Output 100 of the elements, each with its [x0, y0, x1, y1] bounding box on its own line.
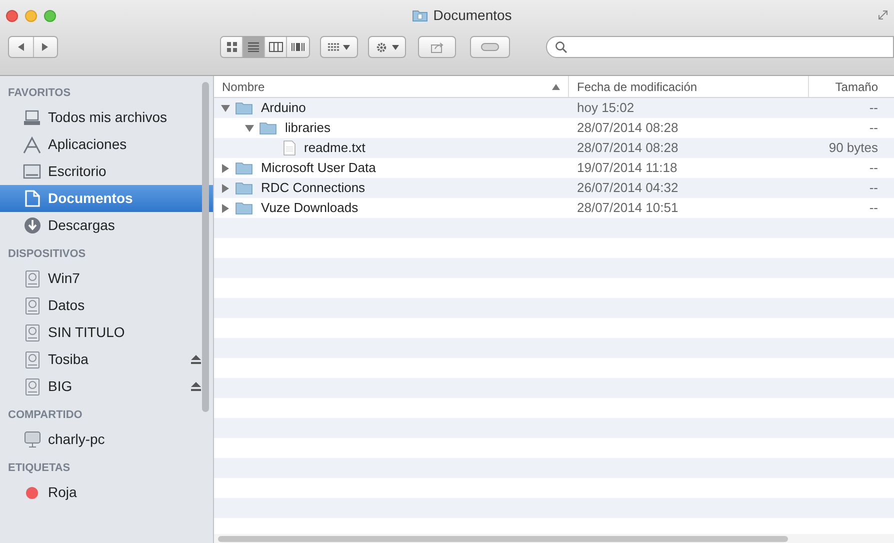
sidebar-item-label: Tosiba [48, 350, 90, 369]
columns-icon [268, 42, 282, 52]
file-size: -- [868, 119, 879, 138]
view-mode-button[interactable] [221, 37, 243, 57]
column-header[interactable]: Fecha de modificación [569, 76, 809, 97]
fullscreen-icon [878, 10, 888, 20]
view-mode-button[interactable] [265, 37, 287, 57]
modified-date: 28/07/2014 08:28 [576, 139, 680, 158]
gear-icon [375, 40, 388, 54]
sidebar-item[interactable]: Escritorio [0, 158, 213, 185]
sidebar-item[interactable]: Documentos [0, 185, 213, 212]
file-row[interactable]: Arduino hoy 15:02 -- [214, 98, 894, 118]
list-icon [248, 42, 259, 52]
sidebar-item-label: Aplicaciones [48, 135, 128, 154]
file-row[interactable]: libraries 28/07/2014 08:28 -- [214, 118, 894, 138]
window-title: Documentos [433, 6, 512, 24]
sidebar-item[interactable]: Descargas [0, 212, 213, 239]
modified-date: 19/07/2014 11:18 [576, 159, 678, 178]
sidebar-item[interactable]: BIG [0, 373, 213, 400]
file-size: -- [868, 99, 879, 118]
sidebar-item[interactable]: Win7 [0, 265, 213, 292]
disclosure-triangle-icon[interactable] [222, 164, 228, 172]
file-size: 90 bytes [828, 139, 879, 158]
modified-date: 26/07/2014 04:32 [576, 179, 680, 198]
folder-icon [235, 201, 253, 215]
zoom-button[interactable] [44, 10, 56, 22]
column-header[interactable]: Tamaño [809, 76, 894, 97]
arrange-button[interactable] [320, 36, 358, 58]
file-name: Microsoft User Data [261, 159, 376, 178]
share-button[interactable] [418, 36, 456, 58]
file-row[interactable]: RDC Connections 26/07/2014 04:32 -- [214, 178, 894, 198]
file-name: readme.txt [304, 139, 366, 158]
grid-icon [328, 42, 339, 52]
sidebar-item[interactable]: Todos mis archivos [0, 104, 213, 131]
caret-icon [392, 44, 399, 50]
disclosure-triangle-icon[interactable] [222, 184, 228, 192]
disclosure-triangle-icon[interactable] [222, 204, 228, 212]
view-mode-button[interactable] [243, 37, 265, 57]
app-store-icon [22, 136, 42, 154]
file-row[interactable]: Vuze Downloads 28/07/2014 10:51 -- [214, 198, 894, 218]
sidebar-item[interactable]: Tosiba [0, 346, 213, 373]
eject-icon[interactable] [191, 355, 201, 364]
desktop-icon [23, 164, 41, 179]
cover-flow-icon [291, 42, 305, 52]
close-button[interactable] [6, 10, 18, 22]
disclosure-triangle-open-icon[interactable] [244, 124, 254, 132]
file-name: RDC Connections [261, 179, 366, 198]
sidebar-section-title: DISPOSITIVOS [8, 246, 86, 262]
sidebar-item[interactable]: charly-pc [0, 426, 213, 453]
action-button[interactable] [368, 36, 406, 58]
download-icon [24, 217, 40, 234]
scrollbar[interactable] [202, 82, 209, 412]
sidebar-item[interactable]: Datos [0, 292, 213, 319]
file-name: Vuze Downloads [261, 199, 358, 218]
hard-drive-icon [24, 324, 40, 342]
view-mode-button[interactable] [287, 37, 309, 57]
folder-icon [235, 181, 253, 195]
file-name: Arduino [261, 99, 306, 118]
sidebar-section-title: FAVORITOS [8, 86, 71, 101]
view-mode-control[interactable] [220, 36, 310, 58]
column-header[interactable]: Nombre [214, 76, 569, 97]
sidebar-item-label: Win7 [48, 269, 81, 288]
search-field[interactable] [546, 36, 894, 58]
modified-date: 28/07/2014 10:51 [576, 199, 680, 218]
file-size: -- [868, 159, 879, 178]
file-cabinet-icon [23, 110, 41, 126]
sidebar-item-label: BIG [48, 377, 74, 396]
horizontal-scrollbar[interactable] [218, 536, 788, 542]
forward-icon [42, 43, 48, 51]
search-icon [555, 41, 567, 53]
share-icon [430, 42, 444, 52]
tag-button[interactable] [470, 36, 510, 58]
sidebar-item-label: Todos mis archivos [48, 108, 168, 127]
sidebar-section-title: COMPARTIDO [8, 408, 82, 423]
back-icon [18, 43, 24, 51]
file-row[interactable]: Microsoft User Data 19/07/2014 11:18 -- [214, 158, 894, 178]
sidebar-item-label: Descargas [48, 216, 116, 235]
document-icon [283, 140, 296, 156]
file-name: libraries [285, 119, 331, 138]
file-row[interactable]: readme.txt 28/07/2014 08:28 90 bytes [214, 138, 894, 158]
sidebar-item-label: Documentos [48, 189, 134, 208]
sidebar-item[interactable]: Roja [0, 479, 213, 506]
eject-icon[interactable] [191, 382, 201, 391]
sidebar-item-label: SIN TITULO [48, 323, 126, 342]
folder-icon [235, 161, 253, 175]
document-icon [24, 190, 40, 207]
disclosure-triangle-open-icon[interactable] [220, 104, 230, 112]
sidebar-item-label: Escritorio [48, 162, 108, 181]
sidebar-item-label: Datos [48, 296, 86, 315]
hard-drive-icon [24, 296, 40, 314]
folder-icon [412, 8, 428, 22]
modified-date: 28/07/2014 08:28 [576, 119, 680, 138]
icon-grid-icon [226, 42, 236, 52]
caret-icon [343, 44, 350, 50]
hard-drive-icon [24, 378, 40, 396]
sidebar-item[interactable]: SIN TITULO [0, 319, 213, 346]
hard-drive-icon [24, 350, 40, 368]
folder-icon [259, 121, 277, 135]
modified-date: hoy 15:02 [576, 99, 636, 118]
sidebar-item[interactable]: Aplicaciones [0, 131, 213, 158]
